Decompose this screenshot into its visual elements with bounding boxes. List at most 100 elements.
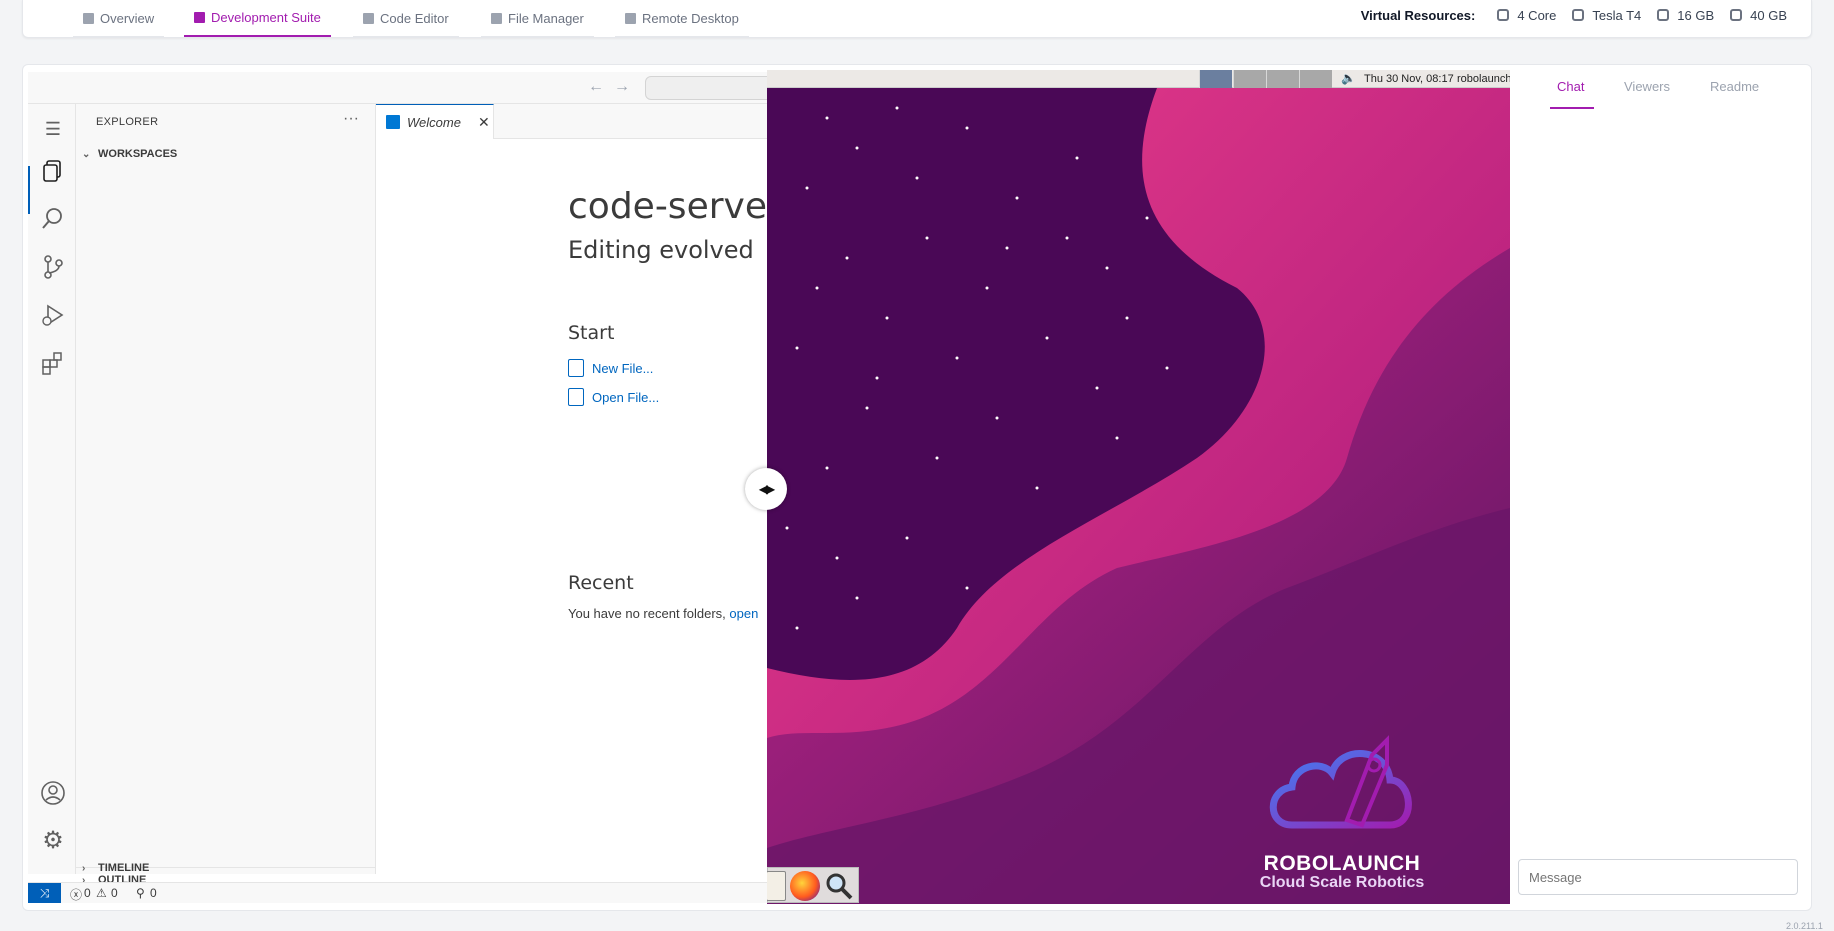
- settings-gear-icon[interactable]: ⚙: [40, 828, 66, 854]
- desktop-top-panel: 🔈 Thu 30 Nov, 08:17 robolaunch: [767, 70, 1510, 88]
- open-file-icon: [568, 388, 584, 406]
- warning-icon[interactable]: ⚠: [96, 886, 107, 900]
- tab-welcome[interactable]: Welcome ✕: [376, 104, 494, 139]
- welcome-icon: [386, 115, 400, 129]
- new-file-icon: [568, 359, 584, 377]
- monitor-icon: [625, 12, 636, 24]
- split-resize-handle[interactable]: ◀▶: [745, 468, 787, 510]
- book-icon: [194, 12, 205, 23]
- search-icon[interactable]: [40, 206, 66, 232]
- vscode-titlebar: ← →: [28, 72, 768, 104]
- brand-name: ROBOLAUNCH: [1263, 852, 1421, 875]
- tab-label: File Manager: [508, 10, 584, 26]
- recent-text: You have no recent folders,: [568, 606, 726, 621]
- workspaces-section[interactable]: ⌄ WORKSPACES: [82, 148, 177, 160]
- close-icon[interactable]: ✕: [478, 114, 490, 131]
- tab-remote-desktop[interactable]: Remote Desktop: [615, 0, 749, 37]
- welcome-title: code-server: [568, 186, 768, 227]
- code-server-window: ← → ☰ ⚙ EXPLORER ··· ⌄ WORKSPACES › OUTL…: [28, 72, 768, 903]
- terminal-app-icon[interactable]: [767, 871, 786, 901]
- recent-message: You have no recent folders, open: [568, 606, 758, 621]
- active-indicator: [28, 166, 30, 214]
- source-control-icon[interactable]: [40, 254, 66, 280]
- version-label: 2.0.211.1: [1786, 921, 1823, 931]
- tab-viewers[interactable]: Viewers: [1624, 79, 1670, 94]
- folder-icon: [491, 12, 502, 24]
- cpu-value: 4 Core: [1517, 7, 1557, 23]
- new-file-link[interactable]: New File...: [568, 359, 653, 377]
- chevron-down-icon: ⌄: [82, 148, 91, 160]
- storage-value: 40 GB: [1750, 7, 1787, 23]
- brand-tagline: Cloud Scale Robotics: [1259, 874, 1425, 891]
- start-heading: Start: [568, 322, 615, 344]
- tab-welcome-label: Welcome: [407, 114, 461, 130]
- extensions-icon[interactable]: [40, 350, 66, 376]
- error-count: 0: [84, 886, 91, 900]
- virtual-resources: Virtual Resources: 4 Core Tesla T4 16 GB…: [1361, 0, 1787, 30]
- tab-chat[interactable]: Chat: [1557, 79, 1584, 94]
- timeline-section[interactable]: › TIMELINE: [82, 862, 149, 874]
- robolaunch-logo-icon: [1262, 725, 1422, 840]
- remote-indicator-icon[interactable]: ⤨: [28, 883, 61, 903]
- resources-label: Virtual Resources:: [1360, 7, 1476, 23]
- run-debug-icon[interactable]: [40, 302, 66, 328]
- forward-arrow-icon[interactable]: →: [614, 78, 630, 96]
- tab-development-suite[interactable]: Development Suite: [184, 0, 331, 37]
- status-bar: ⤨ ⓧ 0 ⚠ 0 ⚲ 0: [28, 882, 768, 903]
- tab-label: Remote Desktop: [642, 10, 739, 26]
- gpu-value: Tesla T4: [1592, 7, 1642, 23]
- tab-label: Development Suite: [211, 10, 321, 25]
- tab-label: Code Editor: [380, 10, 449, 26]
- workspace-switcher-2[interactable]: [1233, 70, 1266, 88]
- recent-heading: Recent: [568, 572, 634, 594]
- cpu-icon: [1497, 9, 1510, 21]
- storage-icon: [1730, 9, 1743, 21]
- top-navigation-bar: Overview Development Suite Code Editor F…: [22, 0, 1812, 38]
- tab-label: Overview: [100, 10, 155, 26]
- tab-readme[interactable]: Readme: [1710, 79, 1759, 94]
- workspace-switcher-3[interactable]: [1266, 70, 1299, 88]
- workspace-switcher-1[interactable]: [1199, 70, 1232, 88]
- explorer-files-icon[interactable]: [40, 158, 66, 184]
- error-icon[interactable]: ⓧ: [70, 886, 82, 903]
- open-file-label: Open File...: [592, 389, 660, 405]
- explorer-title: EXPLORER: [96, 116, 159, 128]
- ports-icon[interactable]: ⚲: [136, 886, 145, 900]
- magnifier-search-icon[interactable]: [824, 871, 854, 901]
- account-icon[interactable]: [40, 780, 66, 806]
- timeline-label: TIMELINE: [98, 862, 150, 874]
- more-actions-icon[interactable]: ···: [343, 110, 359, 128]
- firefox-icon[interactable]: [790, 871, 820, 901]
- editor-area: Welcome ✕ code-server Editing evolved St…: [376, 104, 768, 874]
- chevron-right-icon: ›: [82, 862, 86, 874]
- remote-desktop-view[interactable]: 🔈 Thu 30 Nov, 08:17 robolaunch ROBOLAUNC…: [767, 70, 1510, 904]
- workspace-switcher-4[interactable]: [1299, 70, 1332, 88]
- ports-count: 0: [150, 886, 157, 900]
- open-file-link[interactable]: Open File...: [568, 388, 659, 406]
- tab-code-editor[interactable]: Code Editor: [353, 0, 459, 37]
- welcome-subtitle: Editing evolved: [568, 236, 754, 264]
- terminal-icon: [363, 12, 374, 24]
- grid-icon: [83, 12, 94, 24]
- warning-count: 0: [111, 886, 118, 900]
- tab-overview[interactable]: Overview: [73, 0, 165, 37]
- memory-value: 16 GB: [1677, 7, 1715, 23]
- tab-file-manager[interactable]: File Manager: [481, 0, 594, 37]
- desktop-clock[interactable]: Thu 30 Nov, 08:17: [1364, 73, 1454, 85]
- chat-message-input[interactable]: [1518, 859, 1798, 895]
- memory-icon: [1657, 9, 1670, 21]
- explorer-sidebar: EXPLORER ··· ⌄ WORKSPACES › OUTLINE: [76, 104, 376, 886]
- new-file-label: New File...: [592, 360, 654, 376]
- command-center[interactable]: [645, 76, 768, 100]
- activity-bar: ☰ ⚙: [28, 104, 76, 874]
- gpu-icon: [1572, 9, 1585, 21]
- workspaces-label: WORKSPACES: [98, 148, 178, 160]
- back-arrow-icon[interactable]: ←: [588, 78, 604, 96]
- active-tab-underline: [1550, 107, 1594, 109]
- editor-tabs: Welcome ✕: [376, 104, 768, 139]
- open-folder-link[interactable]: open: [729, 606, 758, 621]
- menu-icon[interactable]: ☰: [40, 116, 66, 142]
- desktop-user[interactable]: robolaunch: [1457, 73, 1510, 85]
- volume-icon[interactable]: 🔈: [1341, 71, 1356, 85]
- desktop-dock: [767, 867, 859, 903]
